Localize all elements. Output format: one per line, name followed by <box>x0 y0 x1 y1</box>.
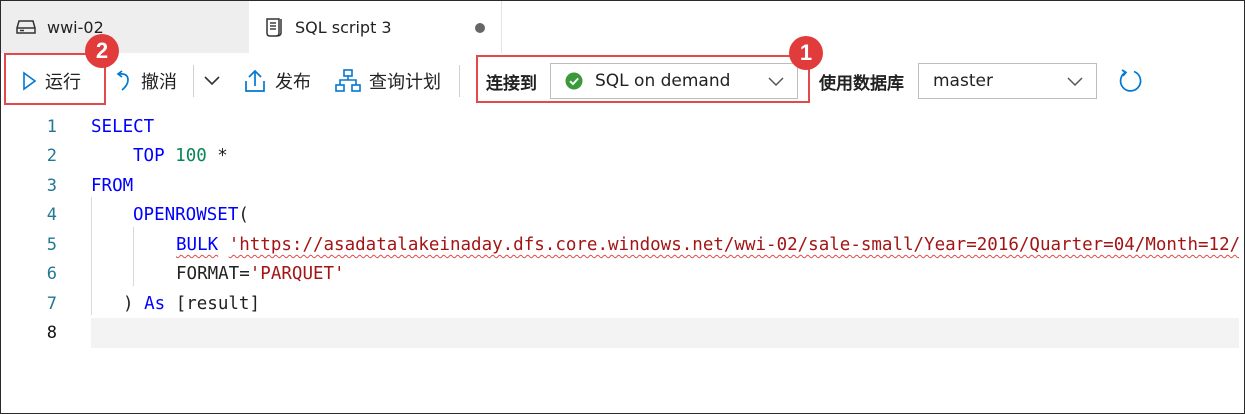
chevron-down-icon <box>767 73 785 93</box>
tab-bar: wwi-02 SQL script 3 <box>1 1 1244 54</box>
step-2-badge: 2 <box>85 34 119 68</box>
line-number: 1 <box>46 116 57 137</box>
string-literal: 'https://asadatalakeinaday.dfs.core.wind… <box>228 234 1241 255</box>
keyword: OPENROWSET <box>133 204 239 225</box>
upload-icon <box>243 69 267 93</box>
sql-editor[interactable]: 1 SELECT 2 TOP 100 * 3 FROM 4 OPENROWSET… <box>1 109 1244 413</box>
connect-to-label: 连接到 <box>486 73 537 94</box>
string-literal: 'PARQUET' <box>249 263 345 284</box>
keyword: SELECT <box>91 116 155 137</box>
code-line[interactable]: 5 BULK 'https://asadatalakeinaday.dfs.co… <box>1 230 1244 260</box>
line-number: 7 <box>46 293 57 314</box>
code-text: ) <box>123 293 145 314</box>
current-line-highlight <box>91 318 1244 348</box>
code-text: ( <box>238 204 249 225</box>
app-frame: wwi-02 SQL script 3 运行 撤消 发布 查询计划 连接到 SQ… <box>0 0 1245 414</box>
tab-label: SQL script 3 <box>295 17 392 37</box>
code-line[interactable]: 3 FROM <box>1 171 1244 201</box>
toolbar: 运行 撤消 发布 查询计划 连接到 SQL on demand 使用数据库 ma… <box>1 53 1244 109</box>
line-number: 3 <box>46 175 57 196</box>
step-1-badge: 1 <box>789 36 823 70</box>
storage-icon <box>15 16 37 38</box>
run-button[interactable]: 运行 <box>21 53 81 109</box>
code-line[interactable]: 4 OPENROWSET( <box>1 200 1244 230</box>
keyword: BULK <box>176 234 219 255</box>
code-line[interactable]: 1 SELECT <box>1 112 1244 142</box>
status-ok-icon <box>565 72 583 90</box>
code-text: [result] <box>165 293 260 314</box>
keyword: TOP <box>133 145 165 166</box>
connection-dropdown[interactable]: SQL on demand <box>550 63 798 99</box>
code-text: FORMAT= <box>176 263 250 284</box>
query-plan-button[interactable]: 查询计划 <box>335 53 441 109</box>
chevron-down-icon <box>1066 73 1084 93</box>
toolbar-divider <box>193 65 194 97</box>
toolbar-divider <box>459 65 460 97</box>
code-text: * <box>206 145 228 166</box>
undo-icon <box>113 70 133 92</box>
number-literal: 100 <box>175 145 207 166</box>
line-number: 4 <box>46 204 57 225</box>
refresh-button[interactable] <box>1118 53 1152 109</box>
publish-button[interactable]: 发布 <box>243 53 311 109</box>
code-line[interactable]: 6 FORMAT='PARQUET' <box>1 259 1244 289</box>
undo-button[interactable]: 撤消 <box>113 53 177 109</box>
code-line[interactable]: 7 ) As [result] <box>1 289 1244 319</box>
line-number: 8 <box>46 322 57 343</box>
keyword: FROM <box>91 175 134 196</box>
line-number: 2 <box>46 145 57 166</box>
chevron-down-icon <box>203 75 221 87</box>
play-icon <box>21 71 37 91</box>
line-number: 6 <box>46 263 57 284</box>
hierarchy-icon <box>335 69 361 93</box>
unsaved-dot-icon[interactable] <box>475 23 485 33</box>
code-line-current[interactable]: 8 <box>1 318 1244 348</box>
code-line[interactable]: 2 TOP 100 * <box>1 141 1244 171</box>
keyword: As <box>144 293 166 314</box>
database-dropdown[interactable]: master <box>918 63 1097 99</box>
line-number: 5 <box>46 234 57 255</box>
script-icon <box>263 16 285 38</box>
use-database-label: 使用数据库 <box>819 73 904 94</box>
tab-label: wwi-02 <box>47 17 104 37</box>
tab-sql-script-3[interactable]: SQL script 3 <box>249 1 502 53</box>
undo-menu-button[interactable] <box>203 53 229 109</box>
tab-wwi-02[interactable]: wwi-02 <box>1 1 249 53</box>
refresh-icon <box>1118 68 1144 94</box>
editor-edge <box>1239 109 1244 413</box>
